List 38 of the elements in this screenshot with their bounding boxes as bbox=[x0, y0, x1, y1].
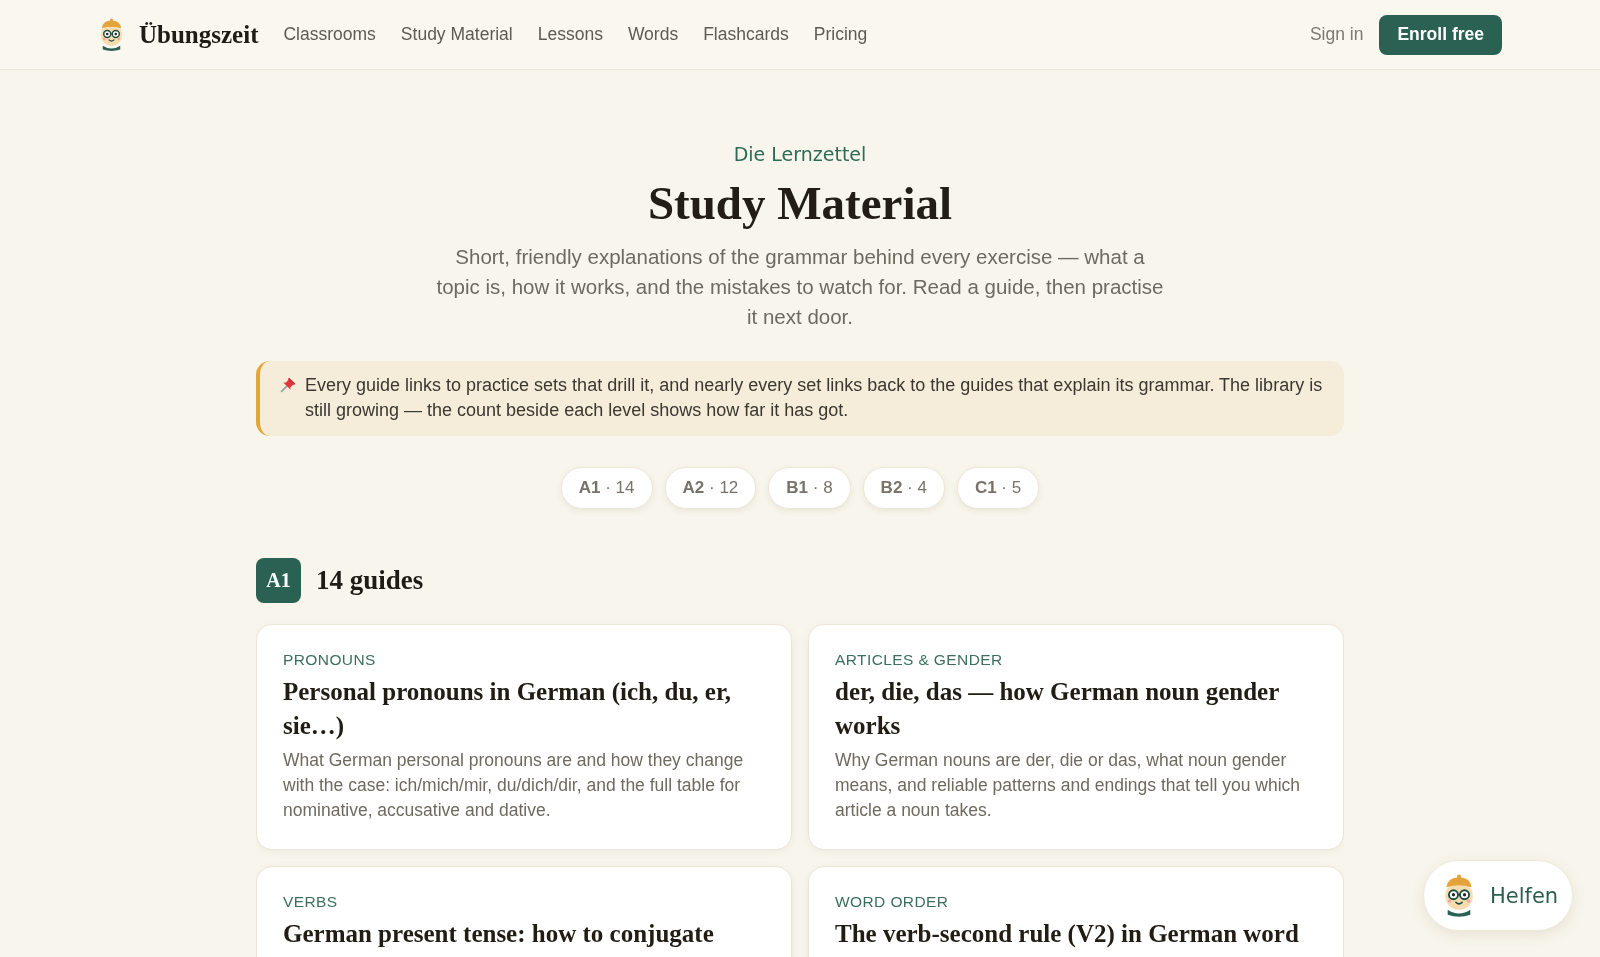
guide-title: German present tense: how to conjugate bbox=[283, 919, 715, 949]
note-text: Every guide links to practice sets that drill it, and nearly every set links back to the guides that explain its grammar. The library is still growing — the count beside each level shows how far it has got. bbox=[305, 374, 1324, 422]
guide-title: The verb-second rule (V2) in German word bbox=[835, 919, 1300, 950]
nav-link[interactable]: Words bbox=[627, 24, 679, 45]
level-filter-button[interactable]: A2 · 12 bbox=[664, 467, 757, 509]
brand-name[interactable]: Übungszeit bbox=[139, 20, 259, 49]
guide-category: WORD ORDER bbox=[835, 892, 950, 912]
guide-category: PRONOUNS bbox=[283, 650, 377, 670]
nav-link[interactable]: Study Material bbox=[400, 24, 513, 45]
cartoon-face-icon bbox=[98, 17, 125, 52]
nav-link[interactable]: Pricing bbox=[813, 24, 868, 45]
guide-title: Personal pronouns in German (ich, du, er, sie…) bbox=[283, 677, 732, 741]
section-heading: 14 guides bbox=[316, 565, 424, 596]
page-title: Study Material bbox=[646, 176, 954, 231]
level-filter-button[interactable]: B1 · 8 bbox=[768, 467, 851, 509]
guide-card[interactable]: WORD ORDER The verb-second rule (V2) in German word bbox=[808, 866, 1344, 957]
level-filter-button[interactable]: B2 · 4 bbox=[862, 467, 945, 509]
intro-paragraph: Short, friendly explanations of the grammar behind every exercise — what a topic is, how it works, and the mistakes to watch for. Read a guide, then practise it next door. bbox=[436, 244, 1164, 330]
cartoon-face-icon bbox=[1442, 873, 1476, 918]
guide-category: VERBS bbox=[283, 892, 339, 912]
level-filter-button[interactable]: A1 · 14 bbox=[560, 467, 653, 509]
guide-description: What German personal pronouns are and how they change with the case: ich/mich/mir, du/dich/dir, and the full table for nominative, accusative and dative. bbox=[283, 749, 745, 822]
nav-link[interactable]: Lessons bbox=[537, 24, 603, 45]
nav-link[interactable]: Classrooms bbox=[283, 24, 376, 45]
help-button[interactable]: Helfen bbox=[1423, 860, 1573, 931]
pushpin-icon bbox=[280, 376, 297, 393]
level-badge: A1 bbox=[256, 558, 301, 603]
guide-description: Why German nouns are der, die or das, what noun gender means, and reliable patterns and endings that tell you which article a noun takes. bbox=[835, 749, 1301, 822]
nav-link[interactable]: Flashcards bbox=[703, 24, 789, 45]
level-filter-button[interactable]: C1 · 5 bbox=[956, 467, 1040, 509]
guide-card[interactable]: VERBS German present tense: how to conjugate bbox=[256, 866, 792, 957]
sign-in-link[interactable]: Sign in bbox=[1309, 24, 1364, 45]
guide-title: der, die, das — how German noun gender works bbox=[835, 677, 1280, 741]
guide-card[interactable]: ARTICLES & GENDER der, die, das — how German noun gender works Why German nouns are der, die or das, what noun gender means, and reliable patterns and endings that tell you which article a noun takes. bbox=[808, 624, 1344, 850]
eyebrow-text: Die Lernzettel bbox=[733, 142, 867, 167]
enroll-button[interactable]: Enroll free bbox=[1379, 14, 1502, 55]
guide-card[interactable] bbox=[256, 624, 792, 850]
guide-category: ARTICLES & GENDER bbox=[835, 650, 1004, 670]
